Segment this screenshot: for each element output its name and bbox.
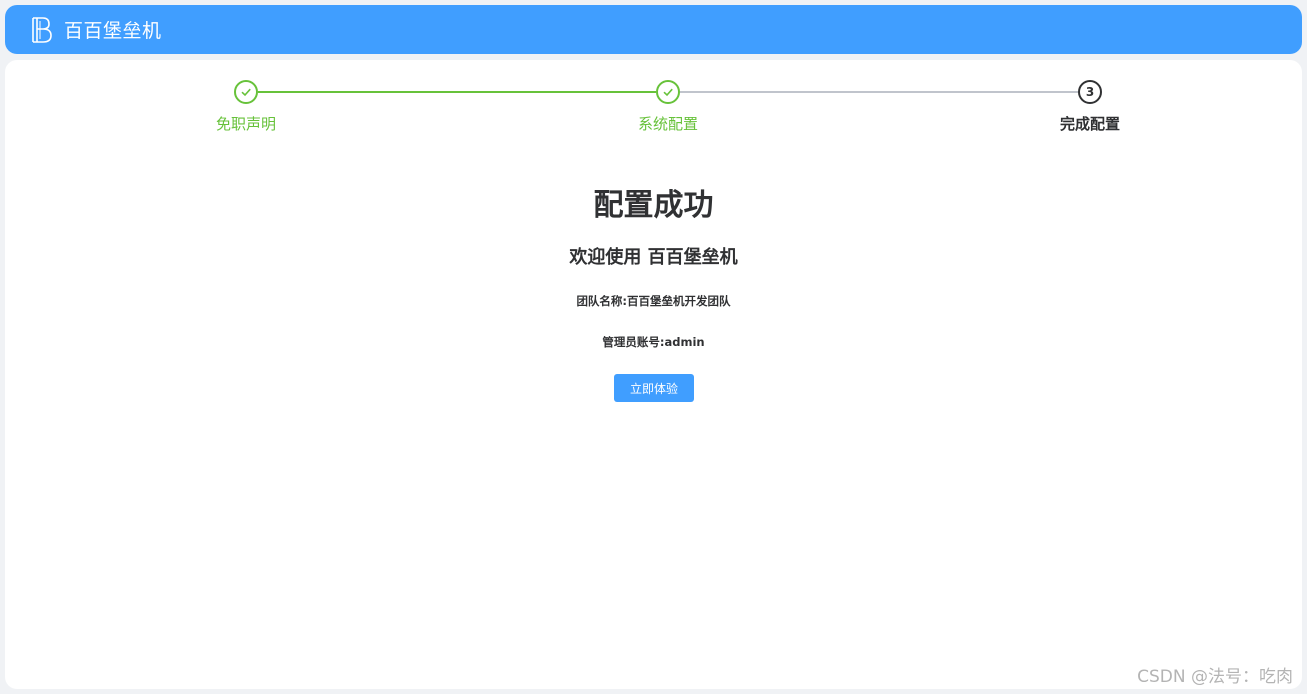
step-2-check-icon (656, 80, 680, 104)
try-now-button[interactable]: 立即体验 (614, 374, 694, 402)
step-2-title: 系统配置 (637, 115, 698, 133)
main-card: 免职声明 系统配置 3 完成配置 配置成功 欢迎使用 百百堡垒机 团队名称:百百… (5, 60, 1302, 689)
team-name-text: 团队名称:百百堡垒机开发团队 (576, 294, 731, 308)
step-3-number: 3 (1078, 80, 1102, 104)
step-connector-1 (258, 91, 656, 93)
app-title: 百百堡垒机 (64, 20, 162, 42)
admin-account-text: 管理员账号:admin (602, 335, 705, 349)
bb-logo-icon (30, 16, 56, 44)
page-title: 配置成功 (593, 188, 714, 223)
watermark: CSDN @法号：吃肉 (1137, 667, 1293, 687)
app-header: 百百堡垒机 (5, 5, 1302, 54)
welcome-subtitle: 欢迎使用 百百堡垒机 (569, 247, 738, 268)
step-connector-2 (680, 91, 1078, 93)
step-3-title: 完成配置 (1059, 115, 1120, 133)
setup-steps: 免职声明 系统配置 3 完成配置 (5, 60, 1302, 140)
step-1-check-icon (234, 80, 258, 104)
step-1-title: 免职声明 (215, 115, 276, 133)
